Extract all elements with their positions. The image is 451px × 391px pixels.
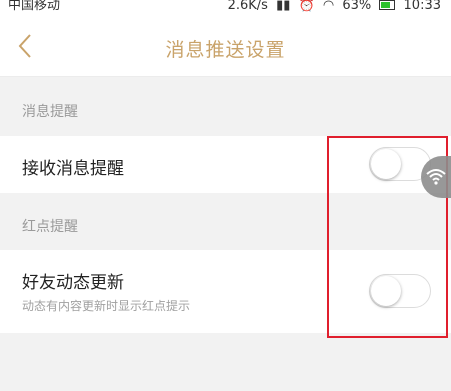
wifi-icon: ◠ [322, 0, 335, 13]
carrier-name: 中国移动 [8, 0, 61, 13]
setting-subtitle: 动态有内容更新时显示红点提示 [22, 299, 191, 313]
alarm-icon: ⏰ [298, 0, 315, 13]
clock: 10:33 [403, 0, 441, 13]
network-speed: 2.6K/s [227, 0, 268, 13]
setting-label: 好友动态更新 [22, 273, 124, 293]
status-indicators: 2.6K/s ▮▮ ⏰ ◠ 63% 10:33 [224, 0, 441, 12]
battery-percent: 63% [342, 0, 372, 13]
battery-icon [379, 0, 396, 10]
section-header-message: 消息提醒 [0, 77, 451, 136]
section-title: 红点提醒 [22, 219, 78, 235]
section-title: 消息提醒 [22, 104, 78, 120]
status-bar: 中国移动 2.6K/s ▮▮ ⏰ ◠ 63% 10:33 [0, 0, 451, 16]
wifi-icon [426, 169, 446, 185]
nav-header: 消息推送设置 [0, 16, 451, 77]
signal-icon: ▮▮ [276, 0, 291, 13]
setting-label: 接收消息提醒 [22, 159, 124, 179]
page-title: 消息推送设置 [165, 39, 286, 61]
